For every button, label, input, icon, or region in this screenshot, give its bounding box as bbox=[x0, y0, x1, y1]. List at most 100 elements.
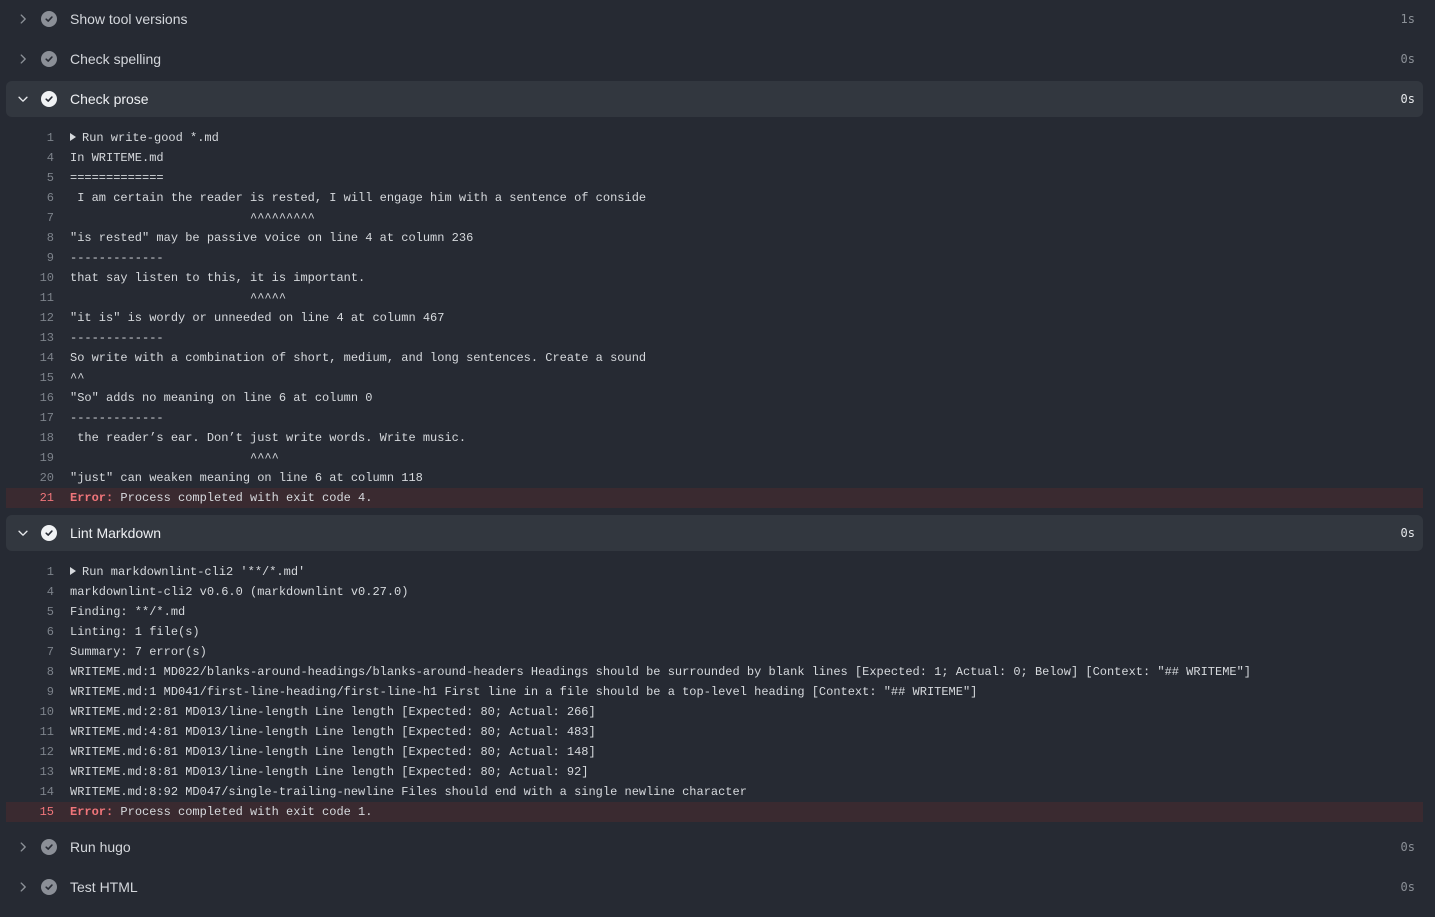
step-run-hugo: Run hugo 0s bbox=[0, 829, 1435, 865]
line-number[interactable]: 13 bbox=[6, 328, 54, 348]
log-text: WRITEME.md:2:81 MD013/line-length Line l… bbox=[70, 702, 596, 722]
step-header[interactable]: Run hugo 0s bbox=[6, 829, 1423, 865]
line-number[interactable]: 12 bbox=[6, 742, 54, 762]
log-line: 8 "is rested" may be passive voice on lin… bbox=[6, 228, 1423, 248]
step-duration: 0s bbox=[1400, 52, 1415, 66]
log-text: Finding: **/*.md bbox=[70, 602, 185, 622]
log-group-toggle[interactable]: 1 Run markdownlint-cli2 '**/*.md' bbox=[6, 562, 1423, 582]
step-title: Test HTML bbox=[70, 879, 138, 895]
step-log: 1 Run markdownlint-cli2 '**/*.md' 4 markdow… bbox=[0, 551, 1435, 829]
line-number[interactable]: 15 bbox=[6, 802, 54, 822]
log-message: WRITEME.md:2:81 MD013/line-length Line l… bbox=[70, 705, 596, 719]
log-message: the reader’s ear. Don’t just write words… bbox=[70, 431, 467, 445]
log-line: 5 Finding: **/*.md bbox=[6, 602, 1423, 622]
step-title: Check spelling bbox=[70, 51, 162, 67]
step-show-tool-versions: Show tool versions 1s bbox=[0, 1, 1435, 37]
line-number[interactable]: 4 bbox=[6, 582, 54, 602]
line-number[interactable]: 10 bbox=[6, 702, 54, 722]
error-label: Error: bbox=[70, 805, 114, 819]
triangle-right-icon[interactable] bbox=[70, 133, 76, 141]
step-lint-markdown: Lint Markdown 0s 1 Run markdownlint-cli2 … bbox=[0, 515, 1435, 829]
log-message: "So" adds no meaning on line 6 at column… bbox=[70, 391, 373, 405]
step-header[interactable]: Show tool versions 1s bbox=[6, 1, 1423, 37]
log-text: I am certain the reader is rested, I wil… bbox=[70, 188, 646, 208]
line-number[interactable]: 21 bbox=[6, 488, 54, 508]
log-line: 5 ============= bbox=[6, 168, 1423, 188]
line-number[interactable]: 5 bbox=[6, 602, 54, 622]
line-number[interactable]: 9 bbox=[6, 682, 54, 702]
log-message: Linting: 1 file(s) bbox=[70, 625, 200, 639]
log-message: Summary: 7 error(s) bbox=[70, 645, 207, 659]
log-message: ^^^^ bbox=[70, 451, 279, 465]
line-number[interactable]: 14 bbox=[6, 782, 54, 802]
log-text: So write with a combination of short, me… bbox=[70, 348, 646, 368]
step-check-prose: Check prose 0s 1 Run write-good *.md 4 In W… bbox=[0, 81, 1435, 515]
line-number[interactable]: 6 bbox=[6, 622, 54, 642]
log-text: WRITEME.md:6:81 MD013/line-length Line l… bbox=[70, 742, 596, 762]
log-message: that say listen to this, it is important… bbox=[70, 271, 366, 285]
line-number[interactable]: 18 bbox=[6, 428, 54, 448]
line-number[interactable]: 9 bbox=[6, 248, 54, 268]
log-line: 13 WRITEME.md:8:81 MD013/line-length Line… bbox=[6, 762, 1423, 782]
step-header[interactable]: Check spelling 0s bbox=[6, 41, 1423, 77]
log-message: WRITEME.md:1 MD041/first-line-heading/fi… bbox=[70, 685, 978, 699]
line-number[interactable]: 11 bbox=[6, 288, 54, 308]
triangle-right-icon[interactable] bbox=[70, 567, 76, 575]
log-message: ------------- bbox=[70, 331, 164, 345]
line-number[interactable]: 1 bbox=[6, 128, 54, 148]
line-number[interactable]: 17 bbox=[6, 408, 54, 428]
line-number[interactable]: 7 bbox=[6, 642, 54, 662]
line-number[interactable]: 12 bbox=[6, 308, 54, 328]
step-duration: 0s bbox=[1400, 880, 1415, 894]
log-line-error: 21 Error: Process completed with exit cod… bbox=[6, 488, 1423, 508]
chevron-down-icon bbox=[16, 526, 30, 540]
log-message: Run write-good *.md bbox=[82, 131, 219, 145]
line-number[interactable]: 6 bbox=[6, 188, 54, 208]
log-text: Run markdownlint-cli2 '**/*.md' bbox=[70, 562, 305, 582]
line-number[interactable]: 8 bbox=[6, 228, 54, 248]
step-check-spelling: Check spelling 0s bbox=[0, 41, 1435, 77]
log-message: ------------- bbox=[70, 251, 164, 265]
line-number[interactable]: 4 bbox=[6, 148, 54, 168]
log-text: that say listen to this, it is important… bbox=[70, 268, 365, 288]
log-message: ------------- bbox=[70, 411, 164, 425]
log-line: 14 WRITEME.md:8:92 MD047/single-trailing-… bbox=[6, 782, 1423, 802]
line-number[interactable]: 19 bbox=[6, 448, 54, 468]
line-number[interactable]: 5 bbox=[6, 168, 54, 188]
log-message: Process completed with exit code 4. bbox=[113, 491, 373, 505]
step-header[interactable]: Test HTML 0s bbox=[6, 869, 1423, 905]
log-text: ============= bbox=[70, 168, 164, 188]
log-text: WRITEME.md:1 MD022/blanks-around-heading… bbox=[70, 662, 1251, 682]
line-number[interactable]: 11 bbox=[6, 722, 54, 742]
log-line: 11 WRITEME.md:4:81 MD013/line-length Line… bbox=[6, 722, 1423, 742]
step-duration: 0s bbox=[1400, 526, 1415, 540]
check-circle-icon bbox=[41, 879, 57, 895]
line-number[interactable]: 10 bbox=[6, 268, 54, 288]
line-number[interactable]: 15 bbox=[6, 368, 54, 388]
step-header[interactable]: Lint Markdown 0s bbox=[6, 515, 1423, 551]
log-text: Summary: 7 error(s) bbox=[70, 642, 207, 662]
log-message: WRITEME.md:6:81 MD013/line-length Line l… bbox=[70, 745, 596, 759]
log-text: ^^^^ bbox=[70, 448, 279, 468]
log-message: WRITEME.md:8:81 MD013/line-length Line l… bbox=[70, 765, 589, 779]
log-text: WRITEME.md:4:81 MD013/line-length Line l… bbox=[70, 722, 596, 742]
line-number[interactable]: 8 bbox=[6, 662, 54, 682]
step-duration: 1s bbox=[1400, 12, 1415, 26]
line-number[interactable]: 1 bbox=[6, 562, 54, 582]
line-number[interactable]: 20 bbox=[6, 468, 54, 488]
log-message: WRITEME.md:1 MD022/blanks-around-heading… bbox=[70, 665, 1251, 679]
chevron-right-icon bbox=[16, 840, 30, 854]
log-message: ^^ bbox=[70, 371, 85, 385]
log-message: "it is" is wordy or unneeded on line 4 a… bbox=[70, 311, 445, 325]
line-number[interactable]: 13 bbox=[6, 762, 54, 782]
log-message: ^^^^^^^^^ bbox=[70, 211, 315, 225]
log-group-toggle[interactable]: 1 Run write-good *.md bbox=[6, 128, 1423, 148]
line-number[interactable]: 14 bbox=[6, 348, 54, 368]
log-line: 16 "So" adds no meaning on line 6 at colu… bbox=[6, 388, 1423, 408]
log-line-error: 15 Error: Process completed with exit cod… bbox=[6, 802, 1423, 822]
step-header[interactable]: Check prose 0s bbox=[6, 81, 1423, 117]
line-number[interactable]: 7 bbox=[6, 208, 54, 228]
step-log: 1 Run write-good *.md 4 In WRITEME.md 5 =====… bbox=[0, 117, 1435, 515]
log-message: In WRITEME.md bbox=[70, 151, 164, 165]
line-number[interactable]: 16 bbox=[6, 388, 54, 408]
